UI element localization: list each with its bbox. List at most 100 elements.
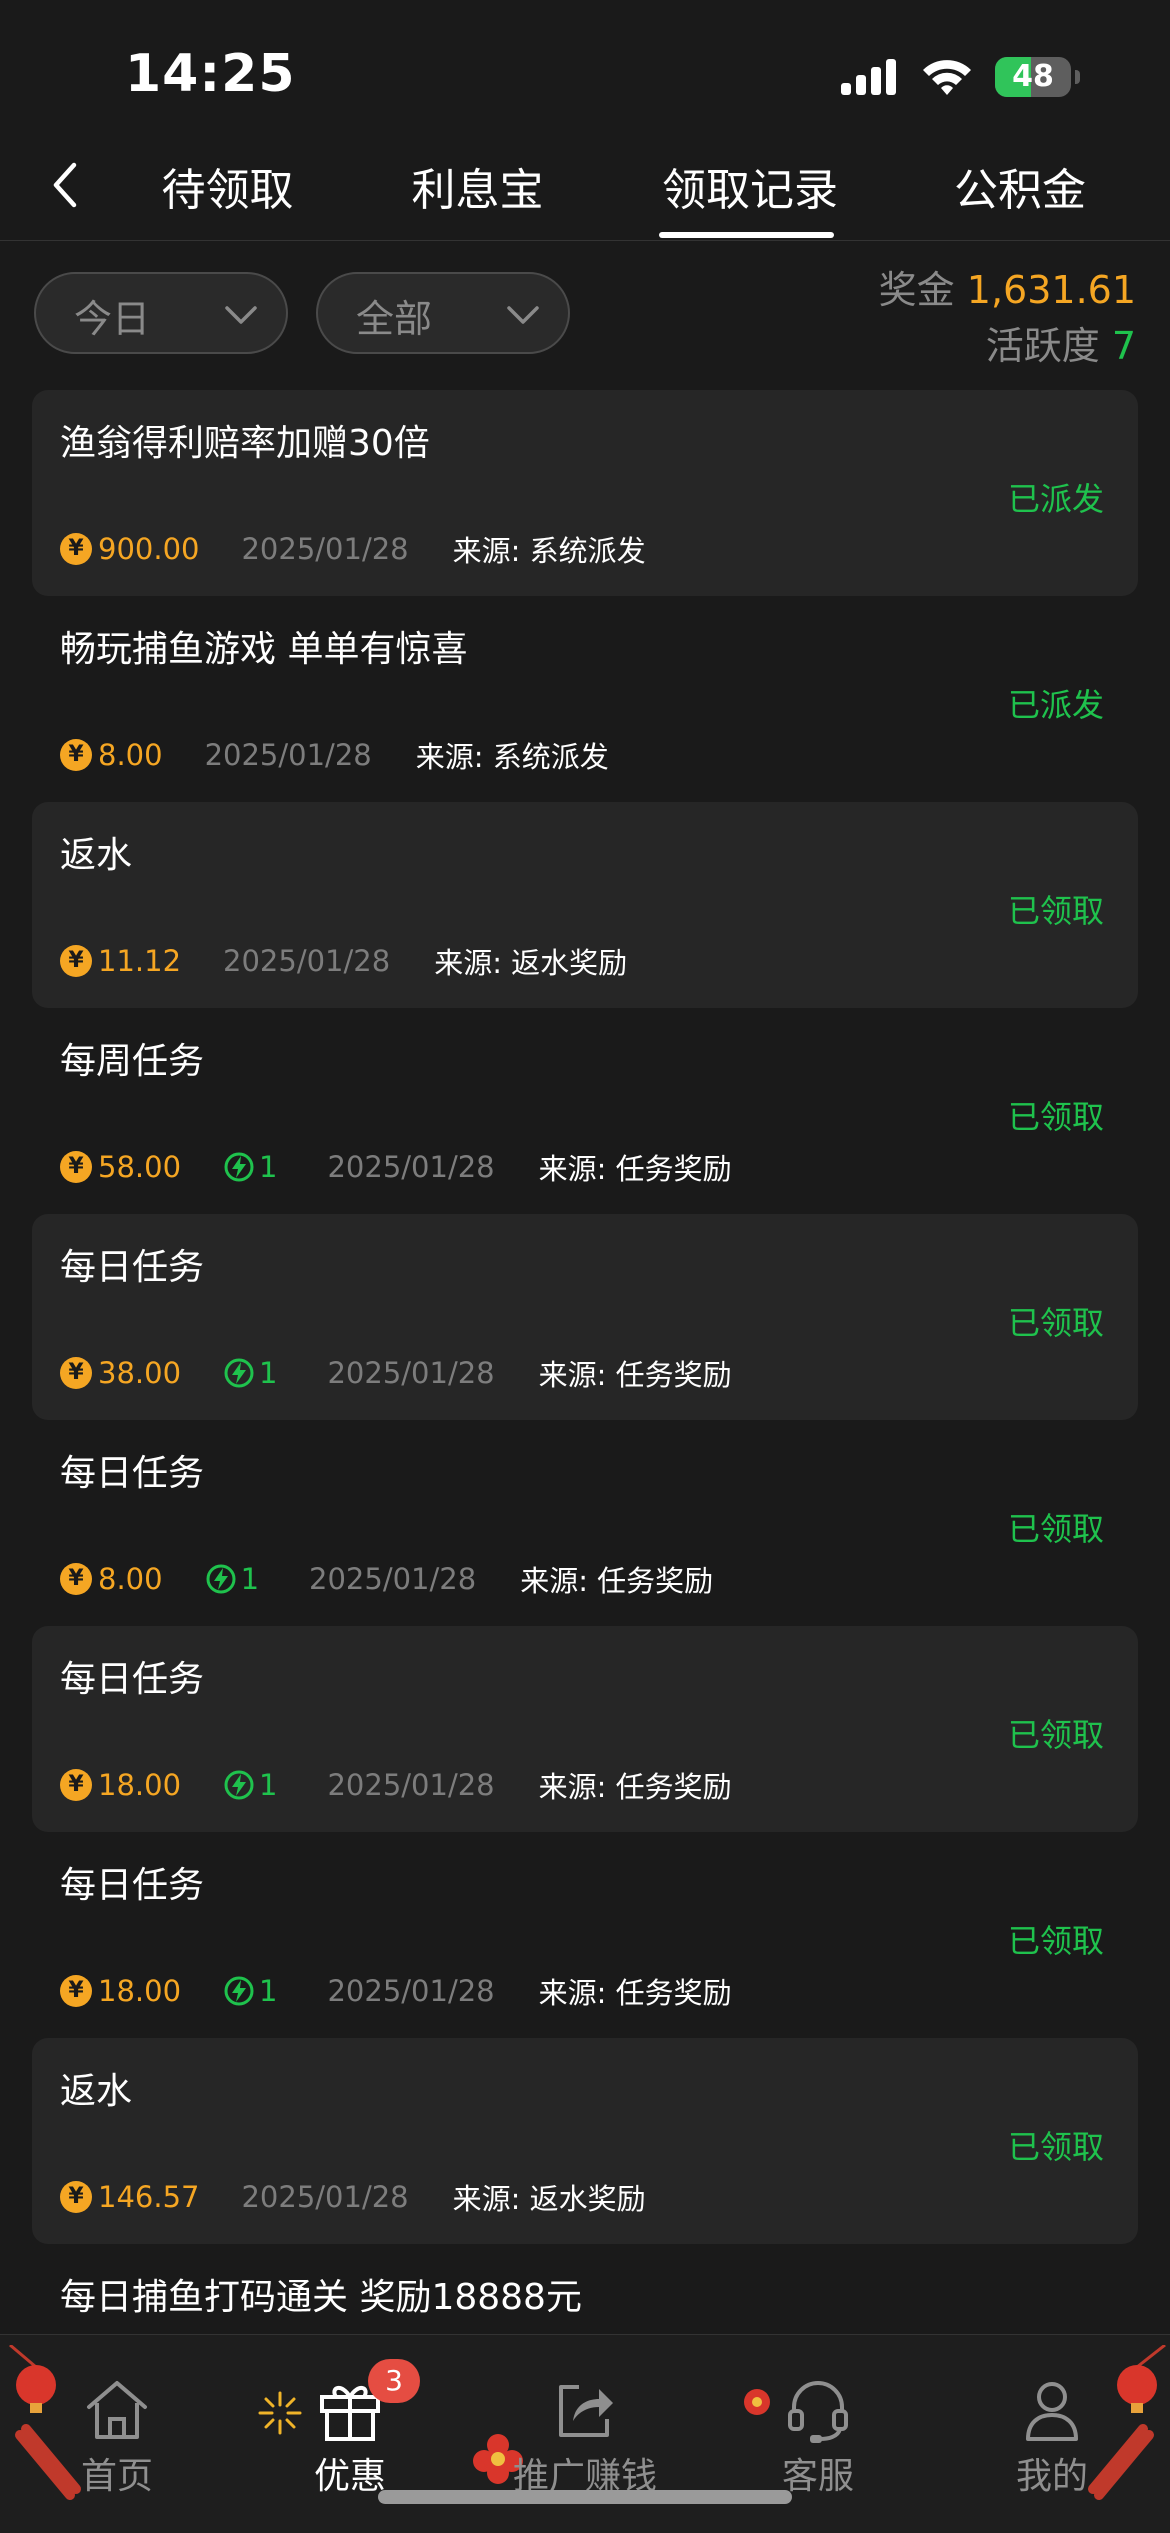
record-activity: 1	[259, 1150, 278, 1184]
record-status: 已领取	[1007, 1716, 1104, 1754]
record-row: 渔翁得利赔率加赠30倍 已派发 ¥ 900.00 2025/01/28 来源: …	[32, 390, 1138, 596]
status-icons: 48	[841, 52, 1080, 102]
coin-icon: ¥	[60, 1975, 92, 2007]
record-date: 2025/01/28	[241, 532, 409, 566]
back-button[interactable]	[30, 150, 100, 220]
status-time: 14:25	[125, 44, 296, 104]
record-amount: 11.12	[98, 944, 182, 978]
record-amount: 18.00	[98, 1974, 182, 2008]
top-tab-nav: 待领取 利息宝 领取记录 公积金	[0, 140, 1170, 241]
record-status: 已领取	[1007, 1510, 1104, 1548]
home-icon	[87, 2381, 147, 2439]
record-amount: 8.00	[98, 1562, 163, 1596]
record-status: 已派发	[1007, 480, 1104, 518]
bonus-value: 1,631.61	[966, 268, 1136, 312]
record-source: 来源: 任务奖励	[538, 1358, 732, 1392]
bolt-icon	[224, 1770, 254, 1800]
coin-icon: ¥	[60, 2181, 92, 2213]
coin-icon: ¥	[60, 739, 92, 771]
tab-provident-fund[interactable]: 公积金	[940, 154, 1100, 240]
battery-nub	[1075, 70, 1080, 84]
record-date: 2025/01/28	[204, 738, 372, 772]
record-activity: 1	[259, 1356, 278, 1390]
record-title: 每日任务	[60, 1865, 205, 1906]
record-title: 每日任务	[60, 1247, 205, 1288]
record-row: 返水 已领取 ¥ 11.12 2025/01/28 来源: 返水奖励	[32, 802, 1138, 1008]
record-amount: 58.00	[98, 1150, 182, 1184]
record-meta: ¥ 58.00 1 2025/01/28 来源: 任务奖励	[60, 1146, 732, 1188]
reward-summary: 奖金 1,631.61 活跃度 7	[879, 262, 1136, 374]
record-meta: ¥ 18.00 1 2025/01/28 来源: 任务奖励	[60, 1970, 732, 2012]
battery-percent: 48	[1012, 59, 1054, 94]
record-source: 来源: 任务奖励	[538, 1976, 732, 2010]
claim-records-list: 渔翁得利赔率加赠30倍 已派发 ¥ 900.00 2025/01/28 来源: …	[32, 390, 1138, 2324]
record-activity: 1	[240, 1562, 260, 1596]
record-row: 每日捕鱼打码通关 奖励18888元	[32, 2244, 1138, 2324]
record-meta: ¥ 8.00 2025/01/28 来源: 系统派发	[60, 734, 609, 776]
record-status: 已领取	[1007, 1098, 1104, 1136]
tabbar-item-home[interactable]: 首页	[17, 2373, 217, 2499]
record-meta: ¥ 38.00 1 2025/01/28 来源: 任务奖励	[60, 1352, 732, 1394]
record-title: 每日任务	[60, 1659, 205, 1700]
record-amount: 900.00	[98, 532, 200, 566]
record-meta: ¥ 8.00 1 2025/01/28 来源: 任务奖励	[60, 1558, 713, 1600]
tab-claim-records[interactable]: 领取记录	[650, 154, 850, 240]
record-meta: ¥ 11.12 2025/01/28 来源: 返水奖励	[60, 940, 627, 982]
record-date: 2025/01/28	[327, 1974, 495, 2008]
coin-icon: ¥	[60, 533, 92, 565]
signal-icon	[841, 59, 896, 95]
record-status: 已领取	[1007, 1922, 1104, 1960]
coin-icon: ¥	[60, 1769, 92, 1801]
notification-badge: 3	[368, 2359, 420, 2403]
record-title: 返水	[60, 835, 133, 876]
record-amount: 38.00	[98, 1356, 182, 1390]
record-row: 每日任务 已领取 ¥ 38.00 1 2025/01/28 来源: 任务奖励	[32, 1214, 1138, 1420]
date-filter-dropdown[interactable]: 今日	[34, 272, 288, 354]
record-title: 每日任务	[60, 1453, 205, 1494]
record-meta: ¥ 900.00 2025/01/28 来源: 系统派发	[60, 528, 646, 570]
coin-icon: ¥	[60, 1151, 92, 1183]
record-date: 2025/01/28	[309, 1562, 477, 1596]
record-row: 每周任务 已领取 ¥ 58.00 1 2025/01/28 来源: 任务奖励	[32, 1008, 1138, 1214]
record-status: 已领取	[1007, 1304, 1104, 1342]
record-source: 来源: 任务奖励	[520, 1564, 714, 1598]
record-title: 渔翁得利赔率加赠30倍	[60, 423, 430, 464]
bolt-icon	[206, 1564, 236, 1594]
record-row: 每日任务 已领取 ¥ 8.00 1 2025/01/28 来源: 任务奖励	[32, 1420, 1138, 1626]
tabbar-item-referral[interactable]: 推广赚钱	[485, 2373, 685, 2499]
record-source: 来源: 任务奖励	[538, 1770, 732, 1804]
record-status: 已派发	[1007, 686, 1104, 724]
tabbar-item-customer-service[interactable]: 客服	[718, 2373, 918, 2499]
tabbar-item-promotions[interactable]: 3 优惠	[250, 2359, 450, 2499]
activity-value: 7	[1111, 324, 1136, 368]
battery-icon: 48	[995, 57, 1071, 97]
chevron-down-icon	[507, 306, 539, 324]
record-title: 返水	[60, 2071, 133, 2112]
record-meta: ¥ 18.00 1 2025/01/28 来源: 任务奖励	[60, 1764, 732, 1806]
headset-icon	[788, 2381, 848, 2443]
activity-label: 活跃度	[985, 324, 1100, 368]
type-filter-dropdown[interactable]: 全部	[316, 272, 570, 354]
share-icon	[559, 2385, 613, 2437]
tabbar-label: 我的	[1015, 2456, 1088, 2497]
chevron-left-icon	[53, 162, 77, 208]
record-date: 2025/01/28	[241, 2180, 409, 2214]
record-row: 畅玩捕鱼游戏 单单有惊喜 已派发 ¥ 8.00 2025/01/28 来源: 系…	[32, 596, 1138, 802]
coin-icon: ¥	[60, 945, 92, 977]
record-date: 2025/01/28	[223, 944, 391, 978]
chevron-down-icon	[225, 306, 257, 324]
type-filter-value: 全部	[356, 297, 433, 341]
record-source: 来源: 返水奖励	[452, 2182, 646, 2216]
bolt-icon	[224, 1152, 254, 1182]
record-activity: 1	[259, 1974, 278, 2008]
tab-pending[interactable]: 待领取	[145, 154, 310, 240]
coin-icon: ¥	[60, 1563, 92, 1595]
tabbar-item-profile[interactable]: 我的	[952, 2373, 1152, 2499]
record-title: 每日捕鱼打码通关 奖励18888元	[60, 2277, 582, 2318]
record-date: 2025/01/28	[327, 1768, 495, 1802]
bolt-icon	[224, 1358, 254, 1388]
user-icon	[1026, 2382, 1078, 2441]
date-filter-value: 今日	[74, 297, 151, 341]
record-row: 每日任务 已领取 ¥ 18.00 1 2025/01/28 来源: 任务奖励	[32, 1626, 1138, 1832]
tab-interest[interactable]: 利息宝	[395, 154, 560, 240]
